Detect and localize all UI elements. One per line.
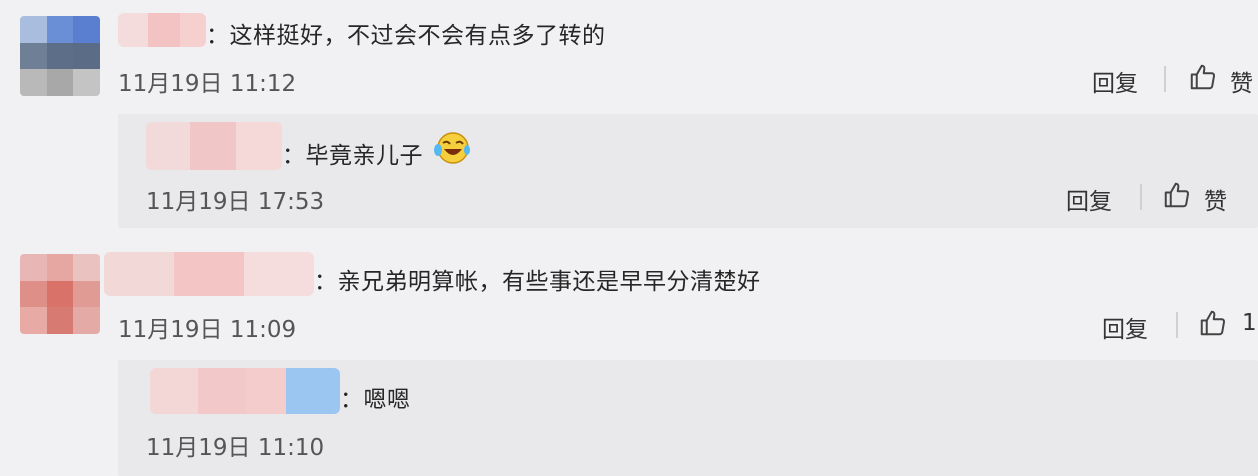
thumbs-up-icon	[1190, 64, 1216, 90]
reply-timestamp: 11月19日 17:53	[146, 189, 325, 215]
laughing-tears-emoji	[432, 128, 472, 168]
reply-text: ：毕竟亲儿子	[282, 143, 423, 169]
reply-button[interactable]: 回复	[1066, 182, 1112, 216]
like-button[interactable]	[1198, 308, 1228, 338]
reply-username-blurred[interactable]	[150, 368, 340, 414]
like-button[interactable]	[1188, 62, 1218, 92]
like-label[interactable]: 赞	[1230, 64, 1253, 98]
like-count[interactable]: 1	[1242, 310, 1257, 336]
reply-timestamp: 11月19日 11:10	[146, 435, 325, 461]
comment-text: ：亲兄弟明算帐，有些事还是早早分清楚好	[314, 269, 761, 295]
reply-text: ：嗯嗯	[340, 387, 411, 413]
action-divider	[1176, 312, 1178, 338]
avatar[interactable]	[20, 16, 100, 96]
comment-text: ：这样挺好，不过会不会有点多了转的	[206, 23, 606, 49]
reply-username-blurred[interactable]	[146, 122, 282, 170]
reply-button[interactable]: 回复	[1102, 310, 1148, 344]
comment-timestamp: 11月19日 11:09	[118, 317, 297, 343]
reply-button[interactable]: 回复	[1092, 64, 1138, 98]
username-blurred[interactable]	[118, 13, 206, 47]
like-button[interactable]	[1162, 180, 1192, 210]
comment-timestamp: 11月19日 11:12	[118, 71, 297, 97]
thumbs-up-icon	[1200, 310, 1226, 336]
username-blurred[interactable]	[104, 252, 314, 296]
action-divider	[1140, 184, 1142, 210]
avatar[interactable]	[20, 254, 100, 334]
like-label[interactable]: 赞	[1204, 182, 1227, 216]
action-divider	[1164, 66, 1166, 92]
thumbs-up-icon	[1164, 182, 1190, 208]
